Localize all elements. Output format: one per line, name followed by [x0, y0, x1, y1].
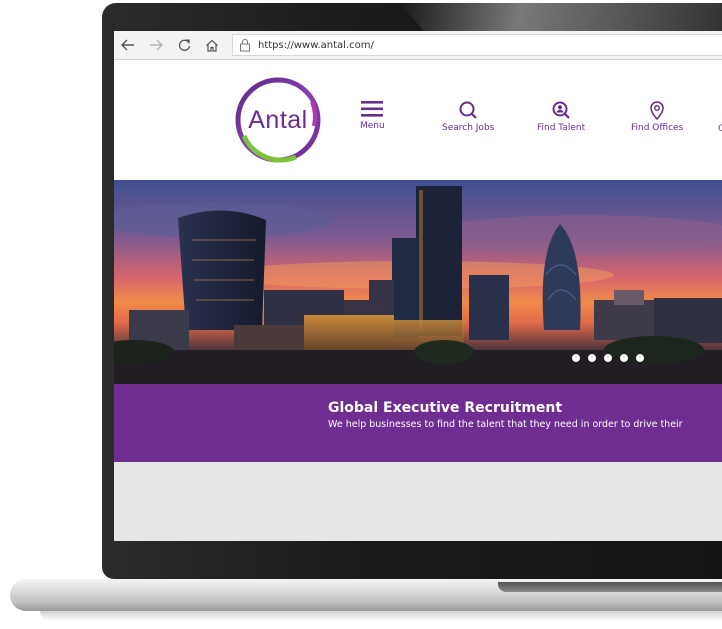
- nav-label: C: [718, 124, 722, 134]
- nav-label: Search Jobs: [442, 123, 495, 133]
- home-icon: [206, 39, 218, 52]
- find-talent-icon: [552, 101, 570, 119]
- nav-search-jobs[interactable]: Search Jobs: [442, 100, 494, 133]
- carousel-dot[interactable]: [572, 354, 580, 362]
- nav-menu[interactable]: Menu: [360, 100, 385, 131]
- back-button[interactable]: [114, 31, 142, 59]
- nav-label: Find Offices: [631, 123, 684, 133]
- address-bar[interactable]: https://www.antal.com/: [232, 34, 722, 56]
- banner-title: Global Executive Recruitment: [328, 400, 563, 416]
- logo-text: Antal: [248, 105, 308, 134]
- location-pin-icon: [650, 101, 664, 120]
- laptop-shadow: [40, 611, 722, 621]
- forward-button[interactable]: [142, 31, 170, 59]
- banner-subtitle: We help businesses to find the talent th…: [328, 419, 683, 430]
- nav-cut-off[interactable]: C: [718, 121, 722, 134]
- carousel-dot[interactable]: [604, 354, 612, 362]
- refresh-button[interactable]: [170, 31, 198, 59]
- browser-toolbar: https://www.antal.com/: [114, 31, 722, 60]
- lock-icon: [240, 39, 250, 52]
- hero-banner: Global Executive Recruitment We help bus…: [114, 384, 722, 462]
- nav-label: Find Talent: [537, 123, 586, 133]
- carousel-dot[interactable]: [636, 354, 644, 362]
- laptop-screen: https://www.antal.com/ Antal Menu Search…: [114, 31, 722, 541]
- laptop-base-notch: [498, 582, 722, 592]
- antal-logo[interactable]: Antal: [234, 76, 322, 164]
- carousel-dot[interactable]: [620, 354, 628, 362]
- refresh-icon: [178, 39, 190, 51]
- nav-find-offices[interactable]: Find Offices: [631, 100, 683, 133]
- nav-find-talent[interactable]: Find Talent: [537, 100, 585, 133]
- search-icon: [459, 101, 477, 119]
- carousel-dot[interactable]: [588, 354, 596, 362]
- nav-label: Menu: [360, 121, 385, 131]
- laptop-glare: [400, 3, 722, 31]
- site-header: Antal Menu Search Jobs Find Talent Find …: [114, 60, 722, 180]
- hamburger-icon: [361, 101, 384, 117]
- url-text: https://www.antal.com/: [258, 39, 374, 51]
- carousel-indicators: [572, 354, 644, 362]
- arrow-right-icon: [150, 39, 163, 51]
- content-area: [114, 462, 722, 541]
- home-button[interactable]: [198, 31, 226, 59]
- arrow-left-icon: [121, 39, 134, 51]
